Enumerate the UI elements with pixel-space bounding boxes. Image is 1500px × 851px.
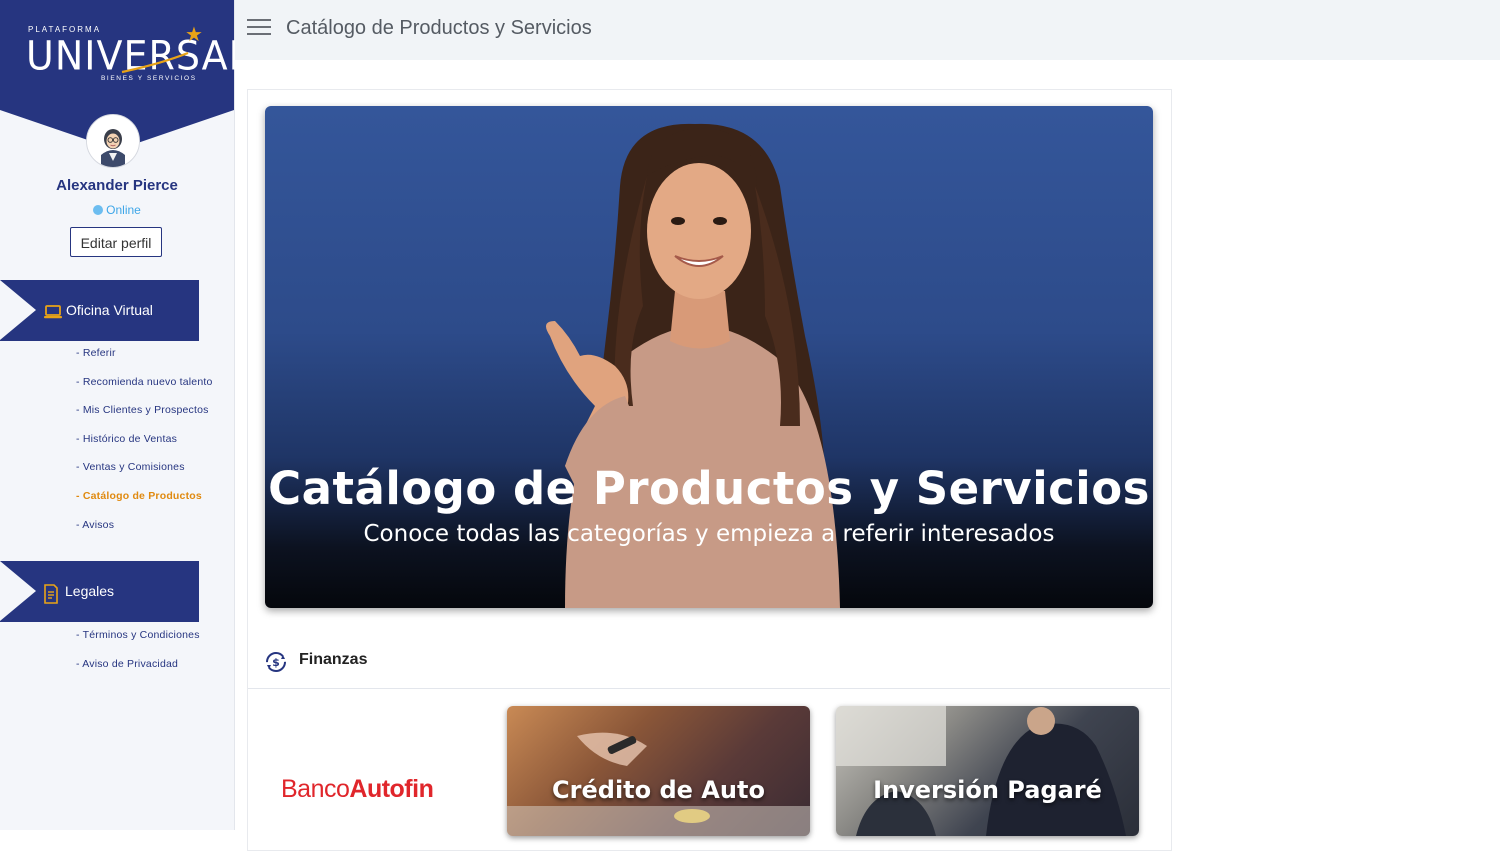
page-title: Catálogo de Productos y Servicios [286,17,592,39]
business-meeting-image [836,706,1126,836]
svg-text:$: $ [272,656,280,669]
edit-profile-button[interactable]: Editar perfil [70,227,162,257]
section-title: Oficina Virtual [66,302,153,318]
section-notch [0,561,36,621]
menu-item-ventas-comisiones[interactable]: - Ventas y Comisiones [76,461,213,490]
product-label: Inversión Pagaré [873,776,1102,804]
menu-item-mis-clientes[interactable]: - Mis Clientes y Prospectos [76,404,213,433]
laptop-icon [44,305,62,319]
oficina-virtual-menu: - Referir - Recomienda nuevo talento - M… [76,347,213,547]
star-icon: ★ [185,24,203,46]
menu-item-referir[interactable]: - Referir [76,347,213,376]
online-dot-icon [93,205,104,215]
car-keys-image [507,732,810,836]
sidebar: PLATAFORMA UNIVERSAL ★ BIENES Y SERVICIO… [0,0,250,830]
section-oficina-virtual[interactable]: Oficina Virtual [0,280,199,341]
user-name: Alexander Pierce [56,177,178,194]
product-tile-credito-auto[interactable]: Crédito de Auto [507,706,810,836]
category-title: Finanzas [299,651,368,668]
menu-item-privacidad[interactable]: - Aviso de Privacidad [76,658,200,687]
product-tile-inversion-pagare[interactable]: Inversión Pagaré [836,706,1139,836]
document-icon [44,584,58,604]
menu-item-avisos[interactable]: - Avisos [76,519,213,548]
top-bar: Catálogo de Productos y Servicios [235,0,1500,60]
hamburger-icon[interactable] [247,19,271,39]
menu-item-catalogo-productos[interactable]: - Catálogo de Productos [76,490,213,519]
menu-item-terminos[interactable]: - Términos y Condiciones [76,629,200,658]
section-title: Legales [65,583,115,599]
category-header: $ Finanzas [248,637,1170,689]
menu-item-historico-ventas[interactable]: - Histórico de Ventas [76,433,213,462]
section-legales[interactable]: Legales [0,561,199,622]
hero-subtitle: Conoce todas las categorías y empieza a … [363,521,1055,547]
hero-banner: Catálogo de Productos y Servicios Conoce… [265,106,1153,608]
logo-sub-text: BIENES Y SERVICIOS [101,75,197,82]
avatar[interactable] [86,114,140,168]
hero-title: Catálogo de Productos y Servicios [268,462,1150,515]
money-cycle-icon: $ [266,652,286,672]
status-text: Online [106,203,141,217]
swoosh-icon [121,52,189,74]
legales-menu: - Términos y Condiciones - Aviso de Priv… [76,629,200,686]
product-label: Crédito de Auto [552,776,765,804]
section-notch [0,280,36,340]
status-indicator: Online [0,203,234,217]
partner-logo[interactable]: BancoAutofin [281,775,434,804]
user-avatar-icon [87,115,139,167]
menu-item-recomienda-talento[interactable]: - Recomienda nuevo talento [76,376,213,405]
